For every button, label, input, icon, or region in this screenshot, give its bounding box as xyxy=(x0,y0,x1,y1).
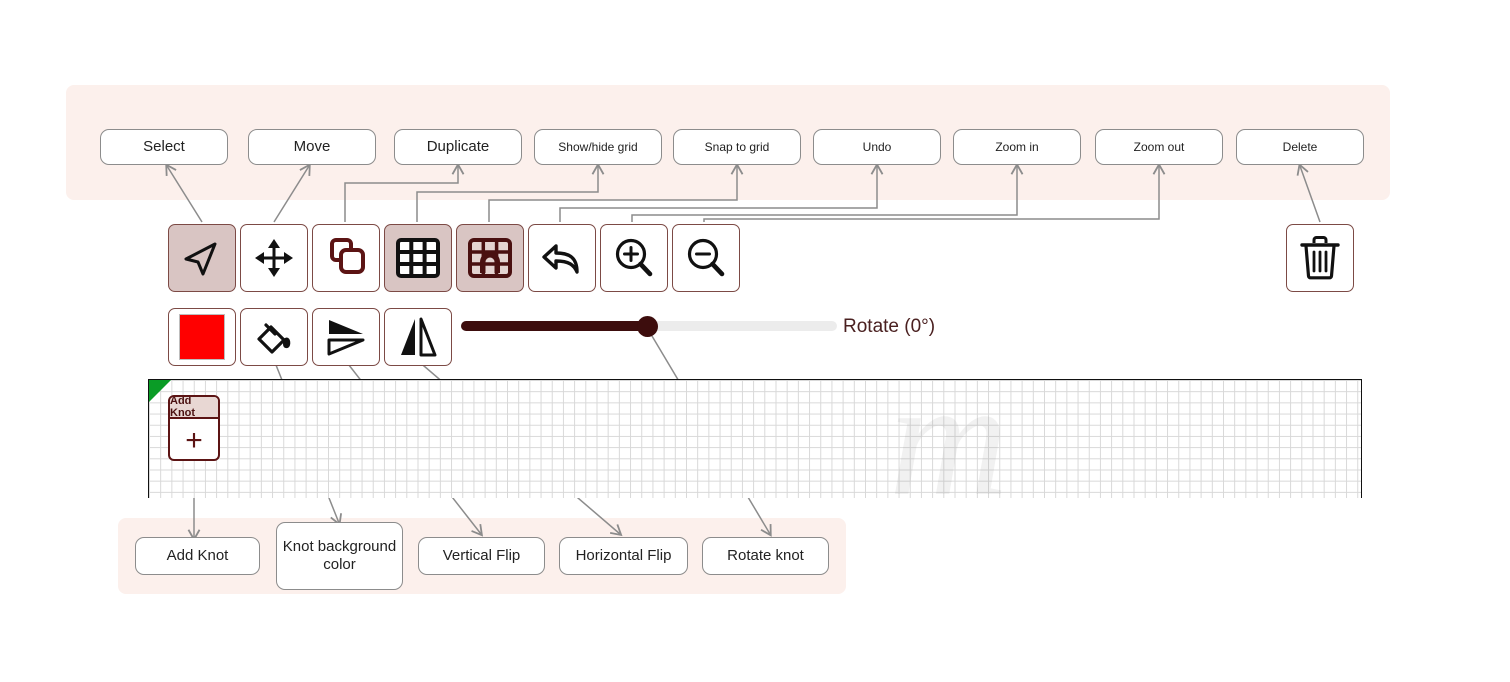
tool-button-snap-to-grid[interactable] xyxy=(456,224,524,292)
tool-button-vertical-flip[interactable] xyxy=(312,308,380,366)
tool-button-select[interactable] xyxy=(168,224,236,292)
tool-button-move[interactable] xyxy=(240,224,308,292)
rotate-slider-label: Rotate (0°) xyxy=(843,316,936,337)
add-knot-title: Add Knot xyxy=(170,397,218,419)
callout-label-undo[interactable]: Undo xyxy=(813,129,941,165)
paint-bucket-icon xyxy=(253,316,295,358)
tool-button-knot-color[interactable] xyxy=(168,308,236,366)
color-swatch-icon xyxy=(179,314,225,360)
magnet-grid-icon xyxy=(467,237,513,279)
callout-text: Delete xyxy=(1282,139,1318,154)
tool-button-undo[interactable] xyxy=(528,224,596,292)
canvas-gridlines xyxy=(149,380,1361,498)
zoom-out-icon xyxy=(684,236,728,280)
callout-label-knot-background-color[interactable]: Knot background color xyxy=(276,522,403,590)
annotation-stage: Select Move Duplicate Show/hide grid Sna… xyxy=(0,0,1510,682)
callout-text: Zoom out xyxy=(1133,139,1185,154)
cursor-arrow-icon xyxy=(180,236,224,280)
callout-text: Horizontal Flip xyxy=(575,547,672,565)
duplicate-icon xyxy=(324,236,368,280)
tool-button-duplicate[interactable] xyxy=(312,224,380,292)
flip-horizontal-icon xyxy=(396,315,440,359)
callout-text: Undo xyxy=(862,139,892,154)
add-knot-widget[interactable]: Add Knot + xyxy=(168,395,220,461)
callout-label-horizontal-flip[interactable]: Horizontal Flip xyxy=(559,537,688,575)
callout-text: Move xyxy=(293,138,331,156)
callout-text: Show/hide grid xyxy=(558,139,638,154)
callout-label-zoom-out[interactable]: Zoom out xyxy=(1095,129,1223,165)
tool-button-zoom-out[interactable] xyxy=(672,224,740,292)
callout-label-move[interactable]: Move xyxy=(248,129,376,165)
callout-text: Knot background color xyxy=(282,538,397,573)
tool-button-delete[interactable] xyxy=(1286,224,1354,292)
plus-icon[interactable]: + xyxy=(170,419,218,459)
tool-button-zoom-in[interactable] xyxy=(600,224,668,292)
callout-label-rotate-knot[interactable]: Rotate knot xyxy=(702,537,829,575)
slider-fill xyxy=(461,321,647,331)
callout-text: Rotate knot xyxy=(727,547,804,565)
undo-arrow-icon xyxy=(539,236,585,280)
callout-text: Add Knot xyxy=(166,547,229,565)
tool-button-horizontal-flip[interactable] xyxy=(384,308,452,366)
callout-text: Vertical Flip xyxy=(442,547,521,565)
rotate-slider[interactable] xyxy=(461,316,837,337)
zoom-in-icon xyxy=(612,236,656,280)
callout-label-show-hide-grid[interactable]: Show/hide grid xyxy=(534,129,662,165)
flip-vertical-icon xyxy=(324,315,368,359)
callout-label-duplicate[interactable]: Duplicate xyxy=(394,129,522,165)
callout-label-delete[interactable]: Delete xyxy=(1236,129,1364,165)
callout-text: Select xyxy=(143,138,185,156)
callout-text: Snap to grid xyxy=(704,139,770,154)
knot-grid-canvas[interactable]: m xyxy=(148,379,1362,498)
callout-label-vertical-flip[interactable]: Vertical Flip xyxy=(418,537,545,575)
callout-label-add-knot[interactable]: Add Knot xyxy=(135,537,260,575)
grid-icon xyxy=(395,237,441,279)
callout-text: Duplicate xyxy=(426,138,490,156)
callout-label-zoom-in[interactable]: Zoom in xyxy=(953,129,1081,165)
trash-icon xyxy=(1298,235,1342,281)
callout-text: Zoom in xyxy=(995,139,1039,154)
tool-button-knot-background-color[interactable] xyxy=(240,308,308,366)
callout-label-snap-to-grid[interactable]: Snap to grid xyxy=(673,129,801,165)
move-arrows-icon xyxy=(252,236,296,280)
callout-label-select[interactable]: Select xyxy=(100,129,228,165)
tool-button-show-hide-grid[interactable] xyxy=(384,224,452,292)
slider-thumb[interactable] xyxy=(637,316,658,337)
